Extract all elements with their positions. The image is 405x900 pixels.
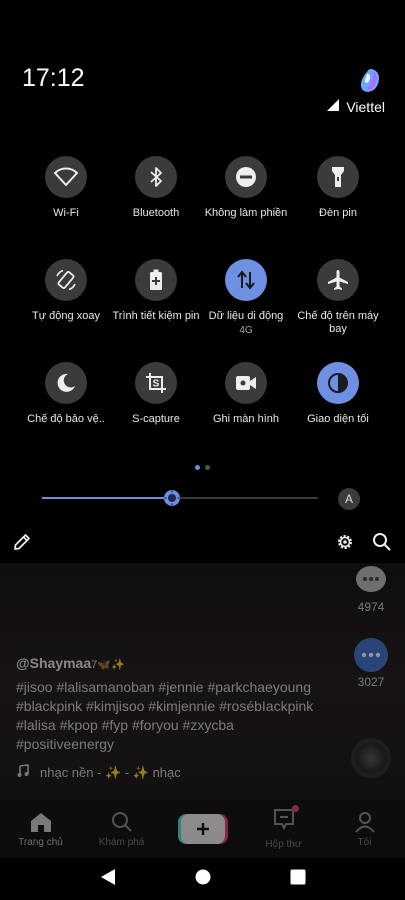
s-capture-icon: S [135, 362, 177, 404]
signal-icon [327, 99, 340, 115]
music-title: nhạc nền - ✨ - ✨ nhạc [40, 764, 181, 780]
tab-inbox[interactable]: Hộp thư [243, 800, 324, 858]
page-dot-active [195, 465, 200, 470]
assistant-icon[interactable] [359, 68, 381, 94]
flashlight-icon [317, 156, 359, 198]
profile-icon [354, 811, 375, 833]
tab-discover-label: Khám phá [98, 836, 145, 848]
tab-home-label: Trang chủ [18, 836, 63, 848]
system-nav-bar [0, 858, 405, 900]
do-not-disturb-icon [225, 156, 267, 198]
author-username: @Shaymaa [16, 655, 92, 671]
share-button[interactable]: 3027 [353, 638, 389, 689]
add-icon [180, 814, 225, 844]
tile-battery-saver[interactable]: Trình tiết kiệm pin [108, 259, 204, 323]
auto-rotate-icon [45, 259, 87, 301]
quick-settings-panel: 17:12 Viettel Wi-Fi Bluetooth Không làm … [0, 0, 405, 563]
brightness-fill [42, 497, 172, 499]
page-indicator [195, 465, 210, 470]
tab-profile-label: Tôi [357, 836, 372, 848]
home-icon [30, 812, 51, 832]
tile-wifi[interactable]: Wi-Fi [18, 156, 114, 220]
settings-icon[interactable] [335, 532, 355, 552]
carrier-status: Viettel [327, 99, 385, 115]
tile-do-not-disturb-label: Không làm phiền [204, 207, 288, 219]
mobile-data-icon [225, 259, 267, 301]
bluetooth-icon [135, 156, 177, 198]
svg-text:S: S [153, 379, 160, 390]
dark-mode-icon [317, 362, 359, 404]
share-count: 3027 [357, 675, 385, 689]
tab-profile[interactable]: Tôi [324, 800, 405, 858]
tile-bluetooth-label: Bluetooth [132, 207, 180, 219]
status-clock: 17:12 [22, 64, 85, 92]
more-icon [354, 638, 388, 672]
battery-saver-icon [135, 259, 177, 301]
tile-eye-comfort[interactable]: Chế độ bảo vệ.. [18, 362, 114, 426]
tile-bluetooth[interactable]: Bluetooth [108, 156, 204, 220]
inbox-badge [291, 805, 299, 812]
tab-discover[interactable]: Khám phá [81, 800, 162, 858]
music-note-icon [16, 764, 30, 781]
tile-battery-saver-label: Trình tiết kiệm pin [112, 310, 200, 322]
wifi-icon [45, 156, 87, 198]
airplane-icon [317, 259, 359, 301]
carrier-name: Viettel [346, 99, 385, 115]
video-author[interactable]: @Shaymaa7🦋✨ [16, 654, 316, 675]
recents-icon[interactable] [290, 869, 306, 890]
tab-create[interactable] [162, 800, 243, 858]
edit-icon[interactable] [12, 532, 32, 552]
comment-icon [354, 563, 388, 597]
comment-button[interactable]: 4974 [353, 563, 389, 614]
tile-eye-comfort-label: Chế độ bảo vệ.. [27, 413, 105, 425]
music-info[interactable]: nhạc nền - ✨ - ✨ nhạc [16, 764, 181, 781]
comment-count: 4974 [357, 600, 385, 614]
eye-comfort-icon [45, 362, 87, 404]
author-username-suffix: 7🦋✨ [91, 659, 125, 671]
tile-flashlight-label: Đèn pin [319, 207, 357, 219]
video-caption: #jisoo #lalisamanoban #jennie #parkchaey… [16, 679, 314, 752]
tile-wifi-label: Wi-Fi [53, 207, 79, 219]
discover-icon [111, 811, 132, 832]
back-icon[interactable] [100, 868, 116, 891]
tile-mobile-data-network: 4G [239, 325, 253, 336]
brightness-thumb[interactable] [163, 489, 181, 507]
inbox-icon [272, 805, 299, 835]
home-nav-icon[interactable] [195, 869, 211, 890]
tile-flashlight[interactable]: Đèn pin [290, 156, 386, 220]
tile-airplane-mode[interactable]: Chế độ trên máy bay [290, 259, 386, 336]
tab-home[interactable]: Trang chủ [0, 800, 81, 858]
tile-do-not-disturb[interactable]: Không làm phiền [198, 156, 294, 220]
tab-inbox-label: Hộp thư [265, 839, 302, 850]
auto-brightness-button[interactable]: A [338, 488, 360, 510]
tile-auto-rotate[interactable]: Tự động xoay [18, 259, 114, 323]
tile-dark-mode[interactable]: Giao diện tối [290, 362, 386, 426]
tile-auto-rotate-label: Tự động xoay [32, 310, 100, 322]
tile-mobile-data[interactable]: Dữ liệu di động 4G [198, 259, 294, 336]
tile-dark-mode-label: Giao diện tối [307, 413, 369, 425]
tile-airplane-mode-label: Chế độ trên máy bay [297, 310, 379, 335]
tile-s-capture[interactable]: S S-capture [108, 362, 204, 426]
bottom-tab-bar: Trang chủ Khám phá Hộp thư Tôi [0, 800, 405, 858]
tile-mobile-data-label: Dữ liệu di động [208, 310, 284, 322]
screen-record-icon [225, 362, 267, 404]
music-disc[interactable] [351, 738, 391, 778]
tile-screen-record[interactable]: Ghi màn hình [198, 362, 294, 426]
page-dot [205, 465, 210, 470]
tile-screen-record-label: Ghi màn hình [212, 413, 280, 425]
tile-s-capture-label: S-capture [132, 413, 180, 425]
search-icon[interactable] [372, 532, 392, 552]
